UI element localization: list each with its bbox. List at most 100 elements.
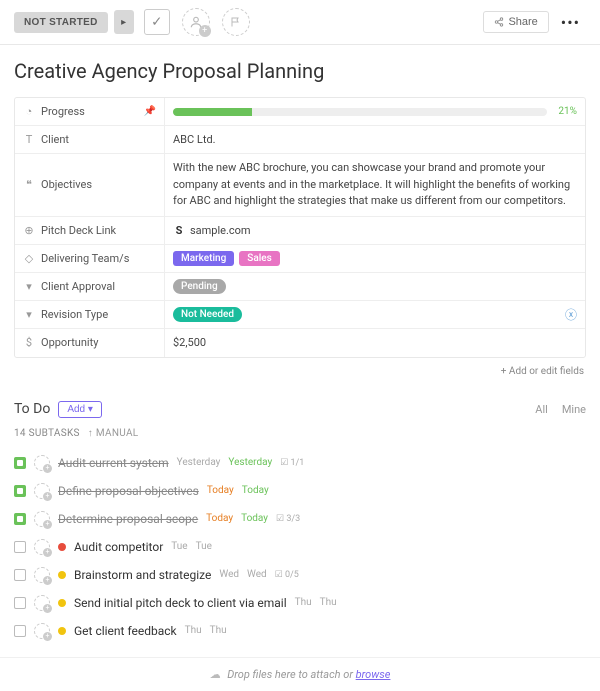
dropdown-icon: ▾: [23, 308, 35, 321]
task-date-2: Today: [242, 485, 269, 496]
checklist-count: ☑ 3/3: [276, 514, 300, 524]
field-value-opportunity[interactable]: $2,500: [165, 329, 585, 357]
field-label-teams: ◇Delivering Team/s: [15, 245, 165, 272]
plus-icon: +: [199, 25, 211, 37]
field-label-approval: ▾Client Approval: [15, 273, 165, 300]
task-checkbox[interactable]: [14, 485, 26, 497]
task-date-2: Wed: [247, 569, 267, 580]
link-icon: ⊕: [23, 224, 35, 237]
task-checkbox[interactable]: [14, 625, 26, 637]
field-value-progress[interactable]: 21%: [165, 98, 585, 125]
page-title: Creative Agency Proposal Planning: [14, 59, 586, 83]
complete-button[interactable]: ✓: [144, 9, 170, 35]
task-title: Send initial pitch deck to client via em…: [74, 596, 287, 610]
task-row[interactable]: +Brainstorm and strategizeWedWed☑ 0/5: [14, 561, 586, 589]
task-row[interactable]: + Get client feedback Thu Thu: [14, 617, 586, 645]
task-title: Get client feedback: [74, 624, 177, 638]
cloud-icon: ☁: [210, 668, 221, 681]
money-icon: $: [23, 336, 35, 349]
subtask-count: 14 SUBTASKS: [14, 428, 80, 439]
task-date-1: Today: [206, 513, 233, 524]
browse-link[interactable]: browse: [356, 668, 391, 681]
task-title: Determine proposal scope: [58, 512, 198, 526]
status-button[interactable]: NOT STARTED: [14, 12, 108, 33]
task-row[interactable]: + Determine proposal scope Today Today ☑ 3/3: [14, 505, 586, 533]
assignee-icon[interactable]: +: [34, 623, 50, 639]
dropdown-icon: ▾: [23, 280, 35, 293]
task-title: Define proposal objectives: [58, 484, 199, 498]
tag-marketing[interactable]: Marketing: [173, 251, 234, 266]
priority-button[interactable]: [222, 8, 250, 36]
assignee-icon[interactable]: +: [34, 455, 50, 471]
share-label: Share: [508, 16, 537, 28]
more-button[interactable]: •••: [555, 13, 586, 32]
text-icon: T: [23, 133, 35, 146]
task-checkbox[interactable]: [14, 541, 26, 553]
task-date-1: Thu: [185, 625, 202, 636]
task-checkbox[interactable]: [14, 457, 26, 469]
task-checkbox[interactable]: [14, 513, 26, 525]
progress-bar: [173, 108, 547, 116]
tag-sales[interactable]: Sales: [239, 251, 280, 266]
fields-table: ◔Progress📌 21% TClient ABC Ltd. ❝Objecti…: [14, 97, 586, 358]
assignee-icon[interactable]: +: [34, 511, 50, 527]
field-value-objectives[interactable]: With the new ABC brochure, you can showc…: [165, 154, 585, 216]
assignee-icon[interactable]: +: [34, 539, 50, 555]
priority-dot: [58, 627, 66, 635]
share-icon: [494, 17, 504, 27]
task-date-2: Yesterday: [228, 457, 272, 468]
priority-dot: [58, 599, 66, 607]
tag-icon: ◇: [23, 252, 35, 265]
filter-all[interactable]: All: [535, 403, 548, 416]
task-row[interactable]: + Send initial pitch deck to client via e…: [14, 589, 586, 617]
field-label-progress: ◔Progress📌: [15, 98, 165, 125]
task-date-2: Thu: [320, 597, 337, 608]
task-checkbox[interactable]: [14, 569, 26, 581]
status-next-button[interactable]: ▸: [114, 10, 134, 34]
task-date-2: Today: [241, 513, 268, 524]
dropzone[interactable]: ☁ Drop files here to attach or browse: [0, 657, 600, 691]
assign-button[interactable]: +: [182, 8, 210, 36]
share-button[interactable]: Share: [483, 11, 548, 33]
task-date-2: Thu: [210, 625, 227, 636]
task-date-1: Wed: [219, 569, 239, 580]
field-label-objectives: ❝Objectives: [15, 154, 165, 216]
progress-icon: ◔: [23, 105, 35, 118]
field-value-revision[interactable]: Not Neededⓧ: [165, 301, 585, 328]
progress-percent: 21%: [558, 106, 577, 117]
task-title: Audit competitor: [74, 540, 163, 554]
pin-icon: 📌: [144, 106, 156, 117]
add-subtask-button[interactable]: Add ▾: [58, 401, 102, 418]
task-checkbox[interactable]: [14, 597, 26, 609]
field-value-teams[interactable]: Marketing Sales: [165, 245, 585, 272]
task-list: + Audit current system Yesterday Yesterday ☑…: [14, 449, 586, 645]
task-date-2: Tue: [196, 541, 212, 552]
field-value-pitch-link[interactable]: Ssample.com: [165, 217, 585, 244]
task-date-1: Yesterday: [177, 457, 221, 468]
task-row[interactable]: +Audit current systemYesterdayYesterday☑…: [14, 449, 586, 477]
site-icon: S: [173, 224, 185, 236]
task-row[interactable]: + Define proposal objectives Today Today: [14, 477, 586, 505]
todo-title: To Do: [14, 401, 50, 417]
assignee-icon[interactable]: +: [34, 483, 50, 499]
task-row[interactable]: + Audit competitor Tue Tue: [14, 533, 586, 561]
clear-icon[interactable]: ⓧ: [565, 306, 577, 323]
filter-mine[interactable]: Mine: [562, 403, 586, 416]
task-title: Brainstorm and strategize: [74, 568, 211, 582]
field-label-client: TClient: [15, 126, 165, 153]
assignee-icon[interactable]: +: [34, 595, 50, 611]
priority-dot: [58, 571, 66, 579]
task-title: Audit current system: [58, 456, 169, 470]
field-label-revision: ▾Revision Type: [15, 301, 165, 328]
field-value-client[interactable]: ABC Ltd.: [165, 126, 585, 153]
text-icon: ❝: [23, 178, 35, 191]
sort-button[interactable]: ↑ Manual: [88, 428, 139, 439]
dropzone-text: Drop files here to attach or: [227, 668, 355, 681]
task-date-1: Today: [207, 485, 234, 496]
field-label-pitch-link: ⊕Pitch Deck Link: [15, 217, 165, 244]
task-date-1: Thu: [295, 597, 312, 608]
add-fields-link[interactable]: + Add or edit fields: [14, 358, 586, 377]
task-date-1: Tue: [171, 541, 187, 552]
field-value-approval[interactable]: Pending: [165, 273, 585, 300]
checklist-count: ☑ 0/5: [275, 570, 299, 580]
